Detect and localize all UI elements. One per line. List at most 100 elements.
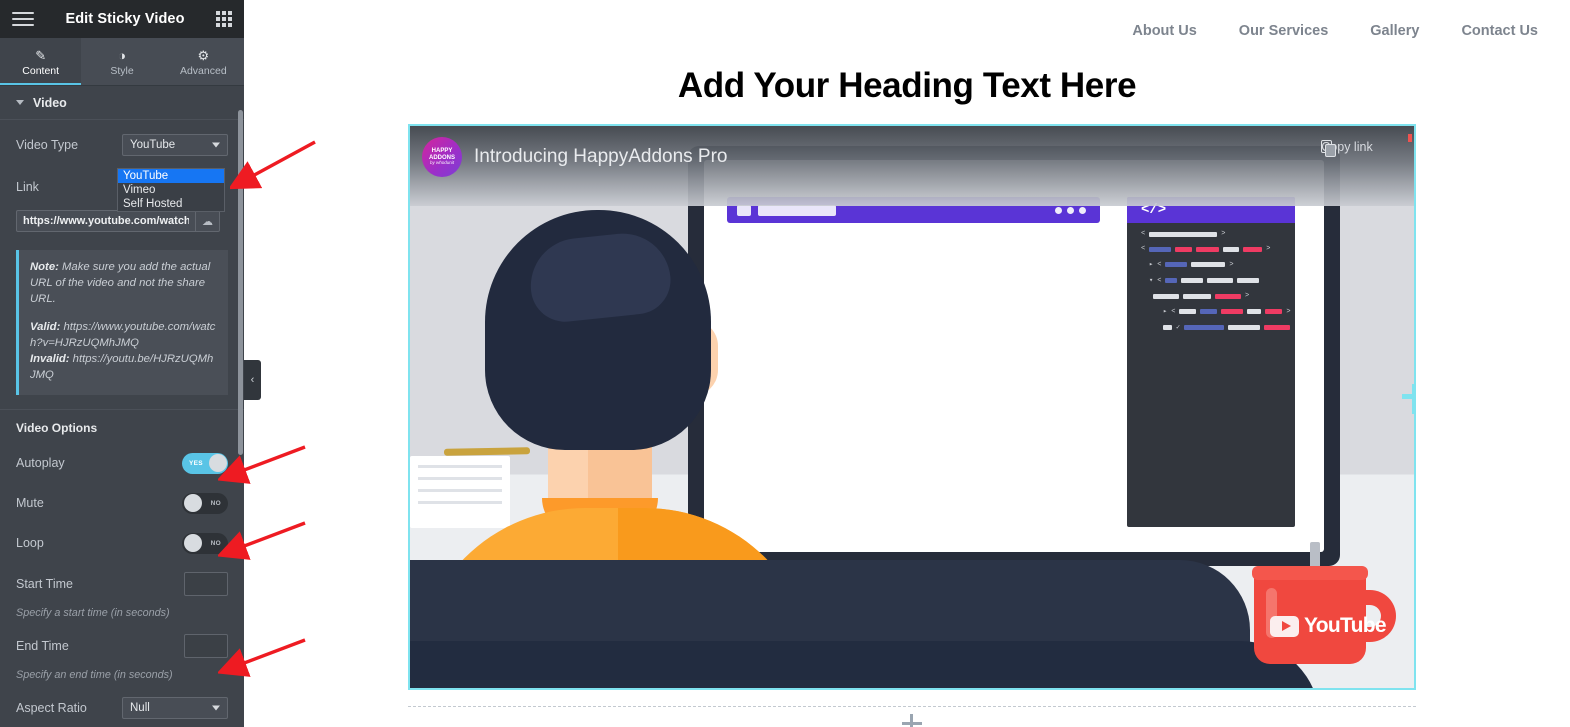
end-time-label: End Time [16,639,69,654]
section-video-title: Video [33,95,67,110]
mute-toggle[interactable]: NO [182,492,228,514]
start-time-input[interactable] [184,572,228,597]
panel-header: Edit Sticky Video [0,0,244,38]
tab-advanced-label: Advanced [179,64,227,77]
happyaddons-logo: HAPPY ADDONS by whodunit [422,137,462,177]
dynamic-tags-icon[interactable]: ☁ [196,210,220,232]
video-options-heading: Video Options [16,421,98,436]
dropdown-option-self-hosted[interactable]: Self Hosted [118,197,224,211]
mute-toggle-value: NO [210,499,221,507]
tab-style-label: Style [110,64,134,77]
invalid-label: Invalid: [30,353,70,366]
code-line: ▸ < > [1163,307,1291,317]
desk-pen [443,447,531,456]
code-editor-panel: </> < > < > ▸ < > ▾ < > ▸ < > ✓ [1127,197,1295,527]
add-section-area[interactable] [408,706,1416,727]
elementor-edit-panel: Edit Sticky Video ✎ Content ◑ Style ⚙ Ad… [0,0,244,727]
copy-link-button[interactable]: Copy link [1310,140,1384,157]
plus-icon[interactable] [902,714,922,727]
site-navigation: About Us Our Services Gallery Contact Us [244,0,1570,62]
mute-label: Mute [16,496,44,511]
aspect-ratio-label: Aspect Ratio [16,701,87,716]
start-time-row: Start Time [0,569,244,599]
panel-title: Edit Sticky Video [65,11,185,27]
play-triangle-icon [1270,615,1299,637]
nav-our-services[interactable]: Our Services [1239,23,1328,39]
nav-contact-us[interactable]: Contact Us [1461,23,1538,39]
start-time-label: Start Time [16,577,73,592]
chevron-down-icon [16,100,24,105]
dropdown-option-vimeo[interactable]: Vimeo [118,183,224,197]
pencil-icon: ✎ [35,47,47,63]
panel-scrollbar[interactable] [238,110,243,455]
toolbar-square [737,205,751,216]
tab-style[interactable]: ◑ Style [81,38,162,85]
video-type-label: Video Type [16,138,79,152]
panel-collapse-handle[interactable]: ‹ [244,360,261,400]
logo-line-3: by whodunit [429,159,455,165]
loop-toggle-value: NO [210,539,221,547]
code-line: ▾ < [1149,276,1295,285]
panel-tabs: ✎ Content ◑ Style ⚙ Advanced [0,38,244,86]
hamburger-icon[interactable] [12,12,34,26]
tab-content-label: Content [22,64,60,77]
section-video-header[interactable]: Video [0,86,244,120]
screen-root: Edit Sticky Video ✎ Content ◑ Style ⚙ Ad… [0,0,1570,727]
monitor-illustration: </> < > < > ▸ < > ▾ < > ▸ < > ✓ [688,146,1340,566]
selection-marker [1408,134,1412,142]
page-heading[interactable]: Add Your Heading Text Here [244,66,1570,106]
toolbar-bar [758,205,836,216]
mug-lip [1252,566,1368,580]
apps-grid-icon[interactable] [216,11,232,27]
video-type-select[interactable]: YouTube [122,134,228,156]
chevron-down-icon [212,705,220,711]
gear-icon: ⚙ [197,47,210,63]
code-line: > [1153,292,1295,300]
page-canvas: About Us Our Services Gallery Contact Us… [244,0,1570,727]
autoplay-toggle-value: YES [189,459,203,467]
video-type-dropdown-list[interactable]: YouTube Vimeo Self Hosted [117,168,225,212]
aspect-ratio-value: Null [130,702,150,715]
chair-seat [410,641,1320,688]
tab-advanced[interactable]: ⚙ Advanced [163,38,244,85]
code-line: < > [1141,245,1271,253]
autoplay-toggle[interactable]: YES [182,452,228,474]
video-title: Introducing HappyAddons Pro [474,146,728,167]
toggle-knob [208,454,227,473]
dropdown-option-youtube[interactable]: YouTube [118,169,224,183]
mute-row: Mute NO [0,488,244,518]
toggle-knob [183,494,202,513]
code-line: ▸ < > [1149,260,1234,270]
nav-about-us[interactable]: About Us [1132,23,1196,39]
loop-toggle[interactable]: NO [182,532,228,554]
selection-handle-bar[interactable] [1412,384,1414,414]
monitor-screen: </> < > < > ▸ < > ▾ < > ▸ < > ✓ [704,160,1324,552]
tab-content[interactable]: ✎ Content [0,38,82,85]
half-circle-icon: ◑ [118,47,126,63]
valid-label: Valid: [30,321,61,334]
nav-gallery[interactable]: Gallery [1370,23,1419,39]
selection-handle[interactable] [1402,394,1414,399]
end-time-helper: Specify an end time (in seconds) [16,669,173,682]
video-widget[interactable]: </> < > < > ▸ < > ▾ < > ▸ < > ✓ YouTube … [408,124,1416,690]
code-line: ✓ [1163,323,1295,332]
start-time-helper: Specify a start time (in seconds) [16,607,170,620]
toolbar-dots [1055,207,1086,214]
autoplay-label: Autoplay [16,456,65,471]
code-line: < > [1141,230,1226,238]
end-time-input[interactable] [184,634,228,659]
note-label: Note: [30,261,59,273]
toggle-knob [183,534,202,553]
video-type-row: Video Type YouTube [0,130,244,160]
link-input[interactable] [16,210,196,232]
loop-row: Loop NO [0,528,244,558]
video-type-value: YouTube [130,139,176,151]
aspect-ratio-row: Aspect Ratio Null [0,693,244,723]
desk-paper [410,456,510,528]
youtube-logo: YouTube [1270,614,1387,638]
aspect-ratio-select[interactable]: Null [122,697,228,720]
chevron-down-icon [212,142,220,148]
youtube-mug: YouTube [1252,542,1396,664]
end-time-row: End Time [0,631,244,661]
youtube-wordmark: YouTube [1304,614,1387,637]
